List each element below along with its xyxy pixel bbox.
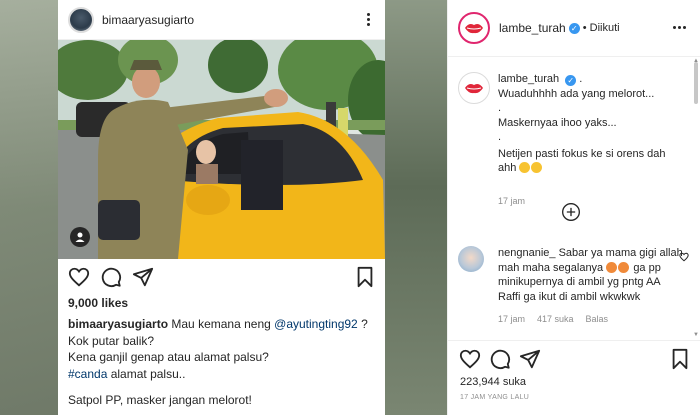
comment-text: Wuaduhhhh ada yang melorot...: [498, 87, 655, 100]
caption-dot: .: [579, 73, 583, 85]
comments-panel: lambe_turah ✓ • Diikuti lambe_turah ✓ . …: [447, 0, 700, 415]
heart-icon[interactable]: [679, 252, 689, 262]
follow-status[interactable]: • Diikuti: [583, 22, 620, 34]
verified-icon: ✓: [565, 75, 577, 86]
sad-emoji-icon: [531, 162, 543, 173]
comment-text: Maskernyaa ihoo yaks...: [498, 116, 617, 129]
angry-emoji-icon: [618, 261, 630, 273]
avatar[interactable]: [68, 6, 94, 33]
comment-username[interactable]: lambe_turah: [498, 73, 559, 85]
caption-line: Kena ganjil genap atau alamat palsu?: [68, 350, 269, 364]
like-count[interactable]: 9,000 likes: [68, 296, 128, 310]
like-count[interactable]: 223,944 suka: [460, 376, 526, 388]
photo-illustration: [58, 40, 385, 259]
panel-header: lambe_turah ✓ • Diikuti: [448, 0, 700, 57]
caption-line: Kok putar balik?: [68, 333, 155, 348]
angry-emoji-icon: [606, 261, 618, 273]
instagram-post: bimaaryasugiarto 9,000 likes bimaaryasug…: [58, 0, 385, 415]
caption-username[interactable]: bimaaryasugiarto: [68, 317, 168, 331]
heart-icon[interactable]: [68, 266, 90, 288]
comment-username[interactable]: nengnanie_: [498, 247, 556, 259]
caption-line: Satpol PP, masker jangan melorot!: [68, 393, 252, 407]
caption-text: alamat palsu..: [110, 366, 186, 381]
backdrop-left: [0, 0, 58, 415]
comment-icon[interactable]: [489, 348, 511, 370]
comment-body: nengnanie_ Sabar ya mama gigi allah mah …: [498, 246, 683, 327]
caption-hashtag[interactable]: #canda: [68, 367, 107, 381]
lips-logo-icon: [465, 84, 483, 94]
avatar[interactable]: [458, 12, 490, 44]
comments-list: lambe_turah ✓ . Wuaduhhhh ada yang melor…: [448, 58, 693, 340]
share-icon[interactable]: [132, 266, 154, 288]
scroll-down-arrow[interactable]: ▼: [693, 332, 699, 338]
comment-time[interactable]: 17 jam: [498, 314, 525, 324]
plus-circle-icon[interactable]: [561, 202, 581, 222]
post-timestamp[interactable]: 17 JAM YANG LALU: [460, 394, 529, 401]
caption-punct: ?: [361, 317, 368, 331]
post-actions: [58, 262, 385, 292]
kebab-icon[interactable]: [361, 13, 375, 26]
avatar[interactable]: [458, 246, 484, 272]
verified-icon: ✓: [568, 22, 580, 34]
panel-username[interactable]: lambe_turah: [499, 21, 566, 35]
comment-icon[interactable]: [100, 266, 122, 288]
heart-icon[interactable]: [459, 348, 481, 370]
backdrop-middle: [385, 0, 447, 415]
bookmark-icon[interactable]: [669, 348, 691, 370]
lips-logo-icon: [465, 24, 483, 34]
post-photo: [58, 40, 385, 259]
more-icon[interactable]: [673, 26, 686, 29]
comment-dot: .: [498, 131, 502, 143]
comment-like-count[interactable]: 417 suka: [537, 314, 574, 324]
share-icon[interactable]: [519, 348, 541, 370]
tag-user-icon[interactable]: [70, 227, 90, 247]
post-caption: bimaaryasugiarto Mau kemana neng @ayutin…: [68, 316, 380, 409]
sad-emoji-icon: [519, 162, 531, 173]
panel-actions: 223,944 suka 17 JAM YANG LALU: [448, 340, 700, 415]
caption-text: Mau kemana neng: [171, 317, 271, 331]
avatar[interactable]: [458, 72, 490, 104]
post-username[interactable]: bimaaryasugiarto: [102, 13, 361, 27]
comment-dot: .: [498, 102, 502, 114]
post-header: bimaaryasugiarto: [58, 0, 385, 40]
scrollbar[interactable]: [694, 62, 698, 104]
comment-time[interactable]: 17 jam: [498, 196, 525, 206]
caption-mention[interactable]: @ayutingting92: [274, 317, 358, 331]
caption-body: lambe_turah ✓ . Wuaduhhhh ada yang melor…: [498, 72, 683, 208]
reply-button[interactable]: Balas: [586, 314, 609, 324]
bookmark-icon[interactable]: [354, 266, 376, 288]
